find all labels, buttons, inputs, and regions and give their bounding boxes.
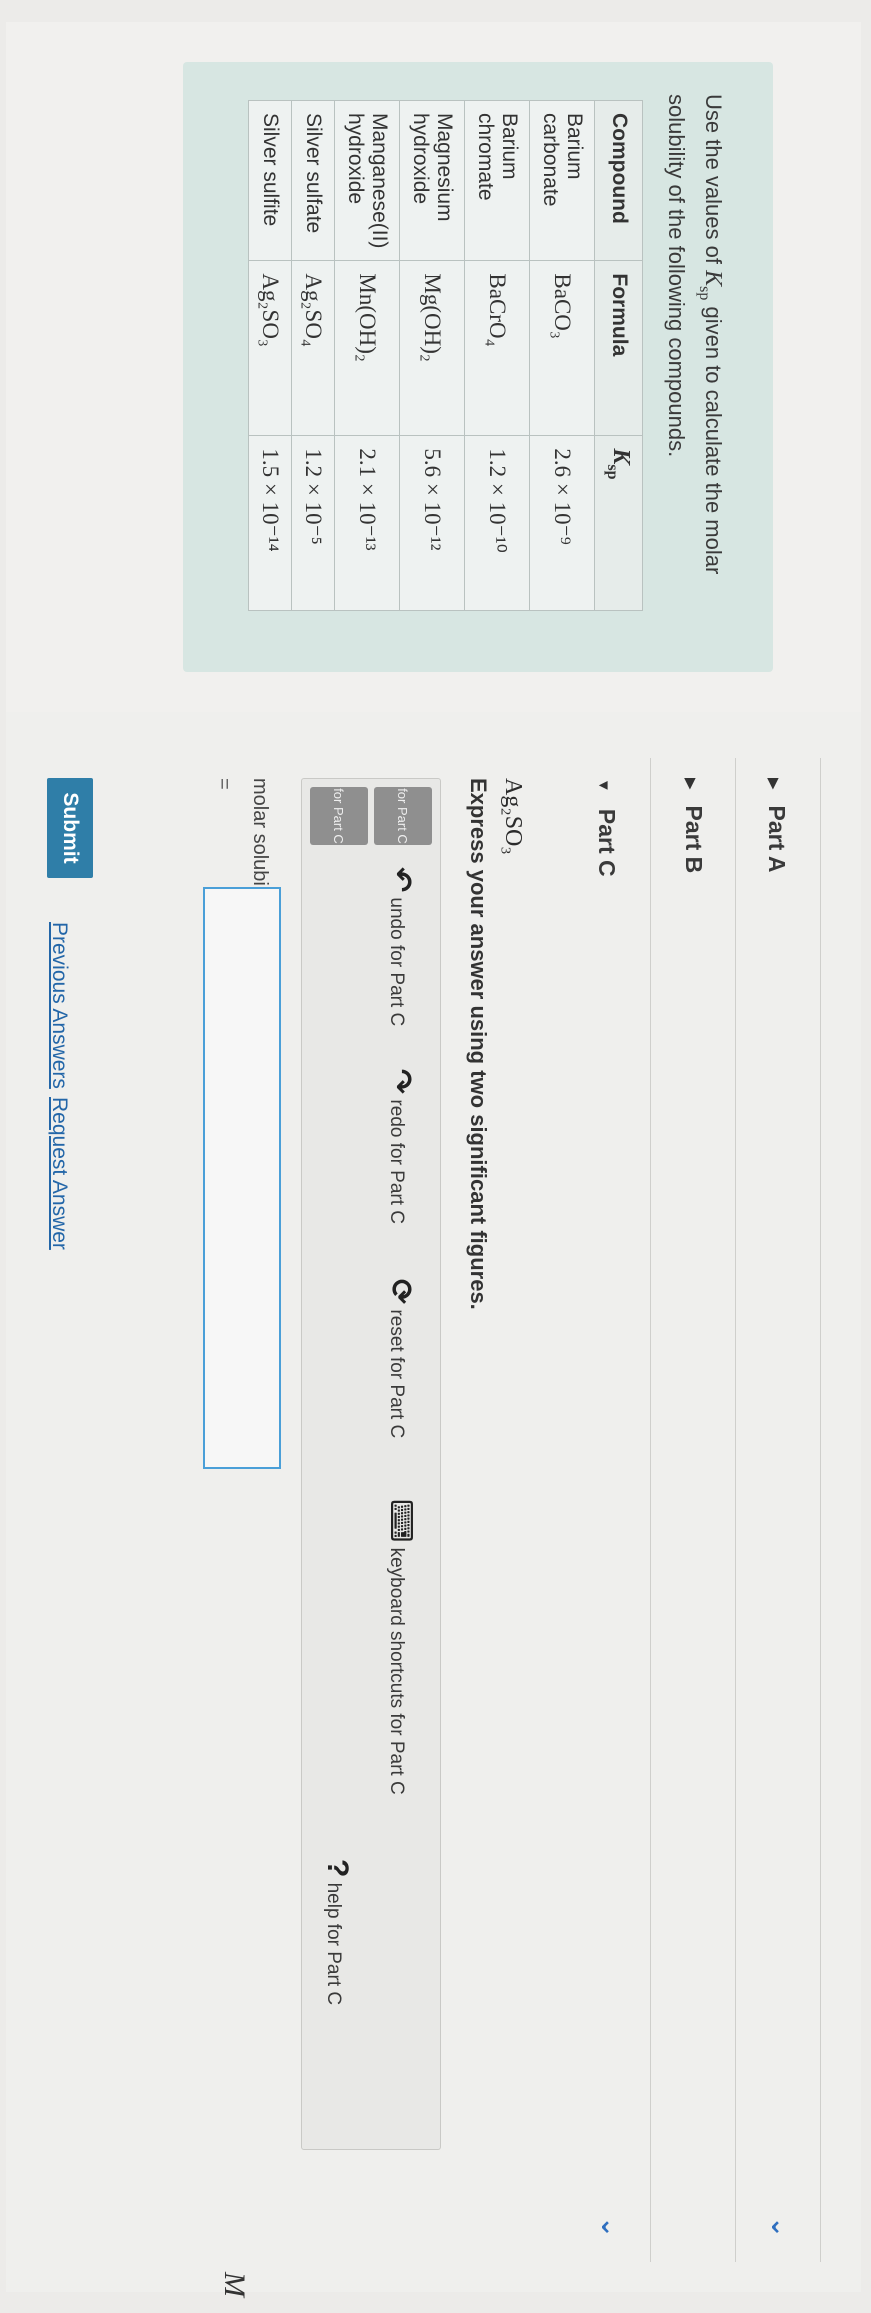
reset-icon: ⟳ bbox=[384, 1279, 417, 1305]
header-compound: Compound bbox=[594, 100, 643, 261]
part-c-header[interactable]: ▼ Part C bbox=[593, 778, 620, 877]
header-ksp: Ksp bbox=[594, 435, 643, 611]
vector-button[interactable]: for Part C bbox=[310, 787, 368, 845]
previous-answers-link[interactable]: Previous Answers bbox=[47, 922, 71, 1089]
problem-pane: Use the values of Ksp given to calculate… bbox=[6, 22, 861, 713]
compound-cell: Barium chromate bbox=[464, 100, 530, 261]
equals-sign: = bbox=[213, 778, 235, 790]
part-a-section[interactable]: ▶ Part A ⌄ bbox=[750, 758, 821, 2262]
problem-intro-box: Use the values of Ksp given to calculate… bbox=[183, 62, 773, 672]
part-a-title: Part A bbox=[764, 805, 790, 873]
table-header-row: Compound Formula Ksp bbox=[594, 100, 643, 611]
compound-cell: Silver sulfate bbox=[291, 100, 335, 261]
keyboard-shortcuts-button[interactable]: ⌨ keyboard shortcuts for Part C bbox=[383, 1499, 418, 1795]
ksp-cell: 1.5 × 10⁻¹⁴ bbox=[248, 435, 292, 611]
ksp-cell: 2.1 × 10⁻¹³ bbox=[334, 435, 400, 611]
intro-text-before: Use the values of bbox=[701, 94, 726, 264]
part-c-instruction: Express your answer using two significan… bbox=[466, 778, 491, 1310]
expand-caret-icon: ▶ bbox=[765, 778, 782, 790]
header-formula: Formula bbox=[594, 260, 643, 436]
help-icon: ? bbox=[321, 1859, 354, 1878]
compound-cell: Magnesium hydroxide bbox=[399, 100, 465, 261]
formula-cell: Mn(OH)₂ bbox=[334, 260, 400, 436]
math-toolbar: for Part C for Part C ↶ undo for Part C … bbox=[301, 778, 441, 2150]
request-answer-link[interactable]: Request Answer bbox=[47, 1097, 71, 1250]
formula-cell: BaCO₃ bbox=[529, 260, 595, 436]
table-row: Barium carbonate BaCO₃ 2.6 × 10⁻⁹ bbox=[529, 100, 595, 611]
undo-button[interactable]: ↶ undo for Part C bbox=[383, 867, 418, 1026]
ksp-cell: 1.2 × 10⁻⁵ bbox=[291, 435, 335, 611]
templates-button[interactable]: for Part C bbox=[374, 787, 432, 845]
ksp-cell: 5.6 × 10⁻¹² bbox=[399, 435, 465, 611]
formula-cell: Ag₂SO₄ bbox=[291, 260, 335, 436]
help-button[interactable]: ? help for Part C bbox=[320, 1859, 354, 2005]
ksp-cell: 1.2 × 10⁻¹⁰ bbox=[464, 435, 530, 611]
formula-cell: Mg(OH)₂ bbox=[399, 260, 465, 436]
part-c-title: Part C bbox=[594, 808, 620, 877]
part-b-header[interactable]: ▶ Part B bbox=[680, 778, 707, 873]
answer-pane: ▶ Part A ⌄ ▶ Part B ▼ Part C ⌄ Ag₂SO₃ Expre… bbox=[6, 712, 861, 2297]
formula-cell: Ag₂SO₃ bbox=[248, 260, 292, 436]
unit-label: M bbox=[218, 2272, 251, 2297]
part-c-formula: Ag₂SO₃ bbox=[500, 778, 526, 855]
part-b-section[interactable]: ▶ Part B bbox=[665, 758, 736, 2262]
reset-button[interactable]: ⟳ reset for Part C bbox=[383, 1279, 418, 1438]
table-row: Silver sulfate Ag₂SO₄ 1.2 × 10⁻⁵ bbox=[291, 100, 335, 611]
table-row: Barium chromate BaCrO₄ 1.2 × 10⁻¹⁰ bbox=[464, 100, 530, 611]
collapse-caret-icon: ▼ bbox=[595, 778, 612, 793]
table-row: Magnesium hydroxide Mg(OH)₂ 5.6 × 10⁻¹² bbox=[399, 100, 465, 611]
chevron-down-icon[interactable]: ⌄ bbox=[595, 2216, 626, 2238]
keyboard-icon: ⌨ bbox=[384, 1499, 417, 1543]
submit-button[interactable]: Submit bbox=[47, 778, 93, 878]
problem-statement: Use the values of Ksp given to calculate… bbox=[662, 94, 727, 642]
chevron-down-icon[interactable]: ⌄ bbox=[765, 2216, 796, 2238]
compound-cell: Barium carbonate bbox=[529, 100, 595, 261]
table-row: Manganese(II) hydroxide Mn(OH)₂ 2.1 × 10… bbox=[334, 100, 400, 611]
part-a-header[interactable]: ▶ Part A bbox=[763, 778, 790, 872]
ksp-table: Compound Formula Ksp Barium carbonate Ba… bbox=[248, 100, 643, 612]
formula-cell: BaCrO₄ bbox=[464, 260, 530, 436]
redo-button[interactable]: ↷ redo for Part C bbox=[383, 1069, 418, 1224]
table-row: Silver sulfite Ag₂SO₃ 1.5 × 10⁻¹⁴ bbox=[248, 100, 292, 611]
screen: Use the values of Ksp given to calculate… bbox=[0, 0, 871, 2313]
expand-caret-icon: ▶ bbox=[682, 778, 699, 790]
undo-icon: ↶ bbox=[384, 867, 417, 893]
part-b-title: Part B bbox=[681, 805, 707, 874]
redo-icon: ↷ bbox=[384, 1069, 417, 1095]
ksp-symbol: Ksp bbox=[696, 270, 726, 301]
molar-solubility-input[interactable] bbox=[203, 887, 281, 1469]
compound-cell: Silver sulfite bbox=[248, 100, 292, 261]
compound-cell: Manganese(II) hydroxide bbox=[334, 100, 400, 261]
ksp-cell: 2.6 × 10⁻⁹ bbox=[529, 435, 595, 611]
